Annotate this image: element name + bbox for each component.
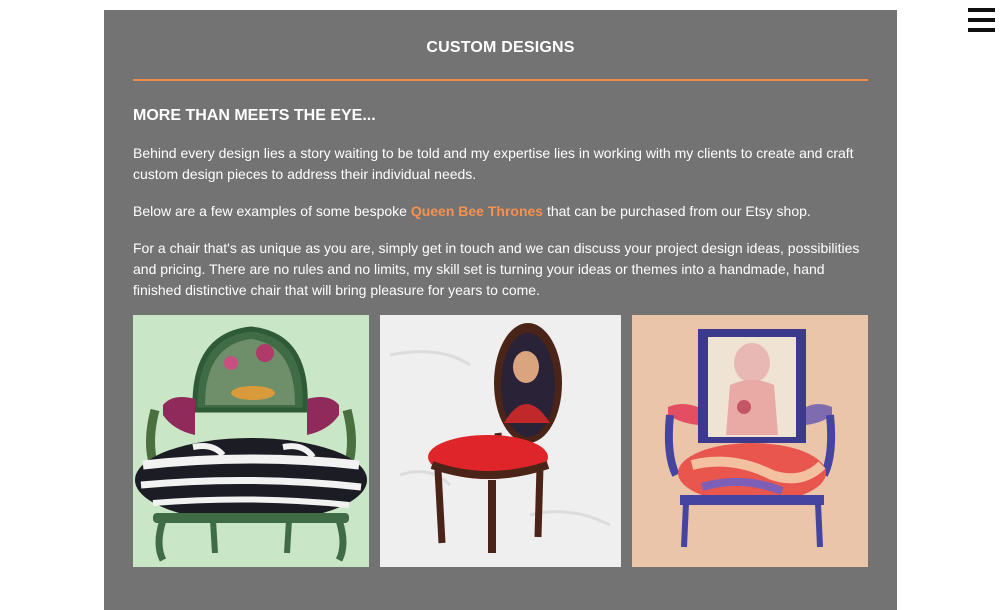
colorful-armchair-illustration <box>632 315 868 567</box>
section-content: MORE THAN MEETS THE EYE... Behind every … <box>133 106 871 317</box>
etsy-paragraph-lead: Below are a few examples of some bespoke <box>133 203 411 219</box>
zebra-armchair-illustration <box>133 315 369 567</box>
hamburger-menu-icon[interactable] <box>968 8 995 32</box>
colorful-armchair-image[interactable] <box>632 315 868 567</box>
subheading: MORE THAN MEETS THE EYE... <box>133 107 376 124</box>
contact-paragraph: For a chair that's as unique as you are,… <box>133 240 860 298</box>
zebra-armchair-image[interactable] <box>133 315 369 567</box>
queen-bee-thrones-link[interactable]: Queen Bee Thrones <box>411 203 543 219</box>
intro-paragraph: Behind every design lies a story waiting… <box>133 145 854 182</box>
etsy-paragraph: Below are a few examples of some bespoke… <box>133 201 871 222</box>
custom-designs-panel: CUSTOM DESIGNS MORE THAN MEETS THE EYE..… <box>104 10 897 610</box>
title-divider <box>133 79 868 81</box>
portrait-chair-illustration <box>380 315 621 567</box>
section-title: CUSTOM DESIGNS <box>426 39 575 56</box>
portrait-chair-image[interactable] <box>380 315 621 567</box>
etsy-paragraph-tail: that can be purchased from our Etsy shop… <box>543 203 811 219</box>
